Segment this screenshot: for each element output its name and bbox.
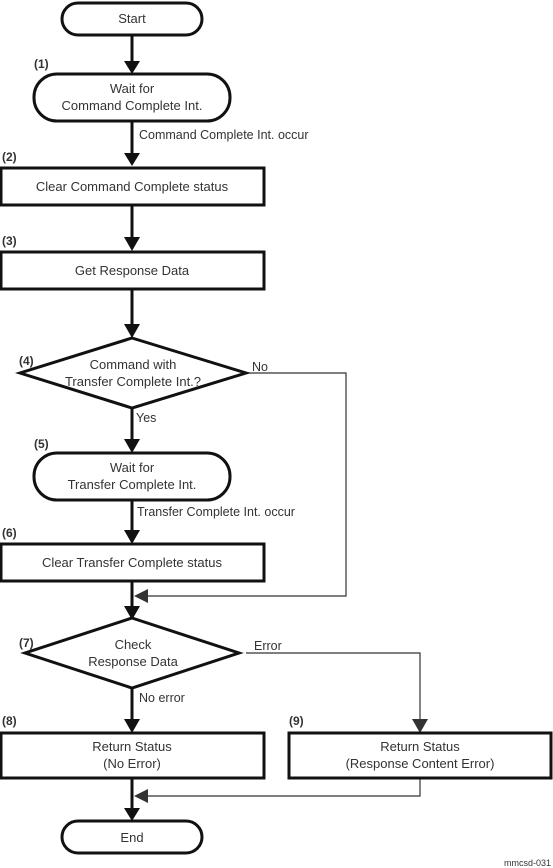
edge-label-no-error: No error [139,691,185,705]
edge-label-no: No [252,360,268,374]
node-label-line: Wait for [110,460,155,475]
step-number: (7) [19,636,34,650]
step-number: (1) [34,57,49,71]
node-label-line: Command with [90,357,177,372]
node-label-line: Transfer Complete Int.? [65,374,201,389]
arrowhead-icon [124,237,140,251]
flowchart: Start (1) Wait for Command Complete Int.… [0,1,553,868]
arrowhead-icon [134,589,148,603]
start-label: Start [118,11,146,26]
figure-id: mmcsd-031 [504,858,551,868]
node-label-line: (Response Content Error) [346,756,495,771]
end-node: End [60,819,204,855]
arrowhead-icon [124,439,140,453]
step-number: (2) [2,150,17,164]
end-label: End [120,830,143,845]
step-number: (6) [2,526,17,540]
node-label-line: Command Complete Int. [62,98,203,113]
step-number: (5) [34,437,49,451]
node-label-line: Get Response Data [75,263,190,278]
step-number: (8) [2,714,17,728]
node-label-line: Wait for [110,81,155,96]
edge-label-command-complete-occur: Command Complete Int. occur [139,128,309,142]
node-label-line: Return Status [380,739,460,754]
node-label-line: Return Status [92,739,172,754]
step-7-node: (7) Check Response Data [19,616,244,690]
step-number: (4) [19,354,34,368]
arrowhead-icon [124,61,140,74]
step-4-node: (4) Command with Transfer Complete Int.? [14,336,252,410]
arrowhead-icon [134,789,148,803]
node-label-line: Check [115,637,152,652]
node-label-line: Clear Transfer Complete status [42,555,222,570]
node-label-line: Response Data [88,654,178,669]
arrowhead-icon [124,719,140,733]
edge-label-error: Error [254,639,282,653]
arrowhead-icon [124,530,140,544]
command-with-transfer-decision [14,336,252,410]
start-node: Start [60,1,204,37]
arrowhead-icon [124,324,140,338]
node-label-line: Clear Command Complete status [36,179,229,194]
node-label-line: Transfer Complete Int. [68,477,197,492]
edge-label-transfer-complete-occur: Transfer Complete Int. occur [137,505,295,519]
edge-s7-error [246,652,421,720]
step-number: (9) [289,714,304,728]
node-label-line: (No Error) [103,756,161,771]
arrowhead-icon [124,153,140,166]
arrowhead-icon [124,808,140,821]
edge-label-yes: Yes [136,411,156,425]
step-number: (3) [2,234,17,248]
arrowhead-icon [412,719,428,733]
check-response-decision [20,616,244,690]
edge-s9-merge [148,778,421,797]
